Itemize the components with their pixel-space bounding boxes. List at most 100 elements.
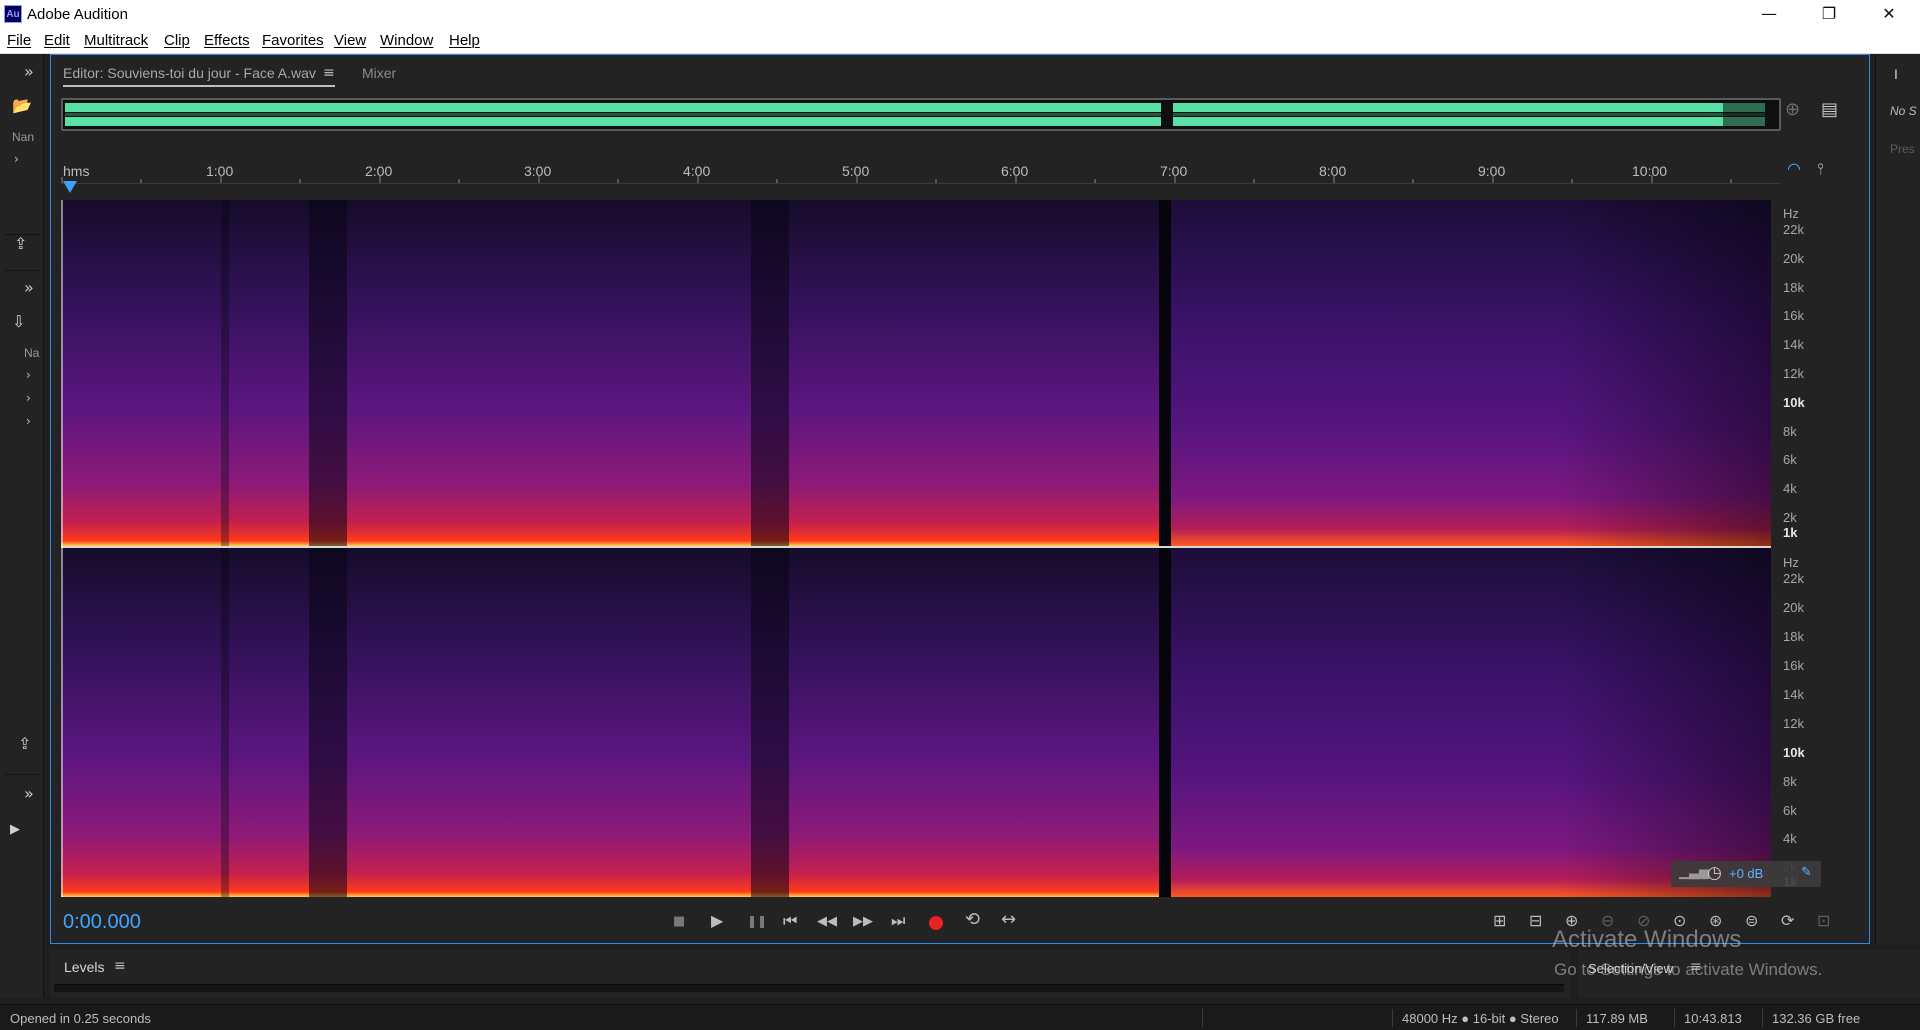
menu-edit[interactable]: Edit [44, 32, 70, 49]
divider [1392, 1009, 1393, 1027]
tab-editor[interactable]: Editor: Souviens-toi du jour - Face A.wa… [63, 65, 335, 87]
overview-channel-left [65, 103, 1765, 112]
chevron-right-icon[interactable]: › [26, 391, 31, 405]
menu-clip[interactable]: Clip [164, 32, 190, 49]
overview-gap [1161, 102, 1173, 127]
zoom-full-icon[interactable]: ⊡ [1817, 911, 1830, 930]
menu-multitrack[interactable]: Multitrack [84, 32, 148, 49]
rewind-button[interactable]: ◀◀ [817, 914, 837, 929]
ruler-ticks [61, 175, 1781, 184]
audition-logo-icon: Au [4, 5, 22, 23]
import-icon[interactable]: ⇩ [12, 312, 25, 331]
zoom-in-amplitude-icon[interactable]: ⊞ [1493, 911, 1506, 930]
move-to-previous-button[interactable]: ⏮ [783, 911, 797, 931]
freq-tick-label: 12k [1783, 366, 1804, 381]
activate-windows-title: Activate Windows [1552, 926, 1742, 953]
media-name-label: Na [24, 346, 40, 360]
freq-tick-label: 14k [1783, 337, 1804, 352]
move-to-next-button[interactable]: ⏭ [891, 911, 905, 931]
levels-panel: Levels ≡ [50, 950, 1570, 998]
expand-icon[interactable]: » [24, 784, 34, 803]
zoom-left-right-icon[interactable]: ⊜ [1745, 911, 1758, 930]
meter-icon: ▁▃▅ [1679, 865, 1709, 880]
divider [4, 270, 40, 271]
divider [1576, 1009, 1577, 1027]
menu-help[interactable]: Help [449, 32, 480, 49]
chevron-right-icon[interactable]: › [26, 368, 31, 382]
divider [1674, 1009, 1675, 1027]
title-bar: Au Adobe Audition — ❐ ✕ [0, 0, 1920, 28]
pause-button[interactable]: ❚❚ [747, 914, 767, 928]
overview-channel-right [65, 117, 1765, 126]
menu-favorites[interactable]: Favorites [262, 32, 324, 49]
expand-icon[interactable]: » [24, 62, 34, 81]
chevron-right-icon[interactable]: › [26, 414, 31, 428]
insert-multitrack-icon[interactable]: ⇪ [14, 234, 27, 253]
freq-tick-label: 10k [1783, 745, 1805, 760]
menu-view[interactable]: View [334, 32, 366, 49]
tab-editor-label: Editor: Souviens-toi du jour - Face A.wa… [63, 65, 316, 81]
panel-options-icon[interactable]: ▤ [1821, 99, 1838, 120]
record-button[interactable] [929, 916, 943, 930]
tab-menu-icon[interactable]: ≡ [323, 65, 335, 81]
play-preview-icon[interactable]: ▶ [10, 822, 20, 837]
freq-tick-label: 18k [1783, 280, 1804, 295]
close-button[interactable]: ✕ [1860, 0, 1918, 28]
freq-tick-label: 4k [1783, 481, 1797, 496]
activate-windows-subtitle: Go to Settings to activate Windows. [1554, 960, 1823, 979]
menu-effects[interactable]: Effects [204, 32, 250, 49]
freq-tick-label: 6k [1783, 803, 1797, 818]
zoom-out-amplitude-icon[interactable]: ⊟ [1529, 911, 1542, 930]
tab-mixer[interactable]: Mixer [362, 65, 396, 81]
volume-hud[interactable]: ▁▃▅ ◷ +0 dB ✎ [1671, 861, 1821, 887]
active-tab-underline [63, 85, 335, 87]
freq-tick-label: 2k [1783, 510, 1797, 525]
stop-button[interactable]: ■ [673, 914, 685, 929]
right-panel-tab[interactable]: I [1894, 66, 1898, 82]
freq-tick-label: 10k [1783, 395, 1805, 410]
overview-waveform-graphic [65, 102, 1765, 127]
pin-marker-icon[interactable]: ⫯ [1817, 159, 1824, 179]
fast-forward-button[interactable]: ▶▶ [853, 914, 873, 929]
spectral-display[interactable] [61, 200, 1771, 897]
freq-tick-label: 16k [1783, 658, 1804, 673]
app-title: Adobe Audition [27, 6, 128, 23]
headphones-icon[interactable]: ◠ [1787, 159, 1801, 178]
zoom-to-selection-icon[interactable]: ⊕ [1785, 99, 1800, 120]
expand-icon[interactable]: » [24, 278, 34, 297]
levels-title[interactable]: Levels [64, 959, 104, 975]
spectrogram-channel-right [61, 548, 1771, 897]
time-ruler[interactable]: hms 1:00 2:00 3:00 4:00 5:00 6:00 7:00 8… [61, 155, 1781, 193]
playhead-marker[interactable] [63, 181, 77, 193]
menu-file[interactable]: File [7, 32, 31, 49]
reset-zoom-icon[interactable]: ⟳ [1781, 911, 1794, 930]
chevron-right-icon[interactable]: › [14, 152, 19, 166]
levels-menu-icon[interactable]: ≡ [114, 958, 126, 974]
left-panel-column: » 📂 Nan › ⇪ » ⇩ Na › › › ⇪ » ▶ [0, 54, 44, 998]
overview-waveform[interactable] [61, 98, 1781, 131]
freq-tick-label: 20k [1783, 600, 1804, 615]
play-button[interactable]: ▶ [711, 911, 723, 930]
freq-tick-label: 22k [1783, 571, 1804, 586]
right-panel-column: I No S Pres [1875, 54, 1920, 944]
divider [4, 774, 40, 775]
status-message: Opened in 0.25 seconds [10, 1011, 151, 1026]
freq-tick-label: 20k [1783, 251, 1804, 266]
restore-button[interactable]: ❐ [1800, 0, 1858, 28]
divider [1762, 1009, 1763, 1027]
loop-playback-button[interactable]: ⟲ [965, 909, 980, 930]
menu-bar: File Edit Multitrack Clip Effects Favori… [0, 28, 1920, 54]
freq-tick-label: 6k [1783, 452, 1797, 467]
freq-tick-label: 12k [1783, 716, 1804, 731]
open-folder-icon[interactable]: 📂 [12, 96, 32, 115]
skip-selection-button[interactable]: ↔ [1001, 909, 1016, 930]
menu-window[interactable]: Window [380, 32, 433, 49]
pin-icon[interactable]: ✎ [1801, 865, 1812, 880]
volume-knob-icon[interactable]: ◷ [1707, 863, 1722, 883]
volume-value[interactable]: +0 dB [1729, 866, 1763, 881]
insert-multitrack-icon[interactable]: ⇪ [18, 734, 31, 753]
channel-divider [61, 546, 1771, 548]
minimize-button[interactable]: — [1740, 0, 1798, 28]
no-selection-label: No S [1890, 104, 1917, 118]
freq-tick-label: 18k [1783, 629, 1804, 644]
